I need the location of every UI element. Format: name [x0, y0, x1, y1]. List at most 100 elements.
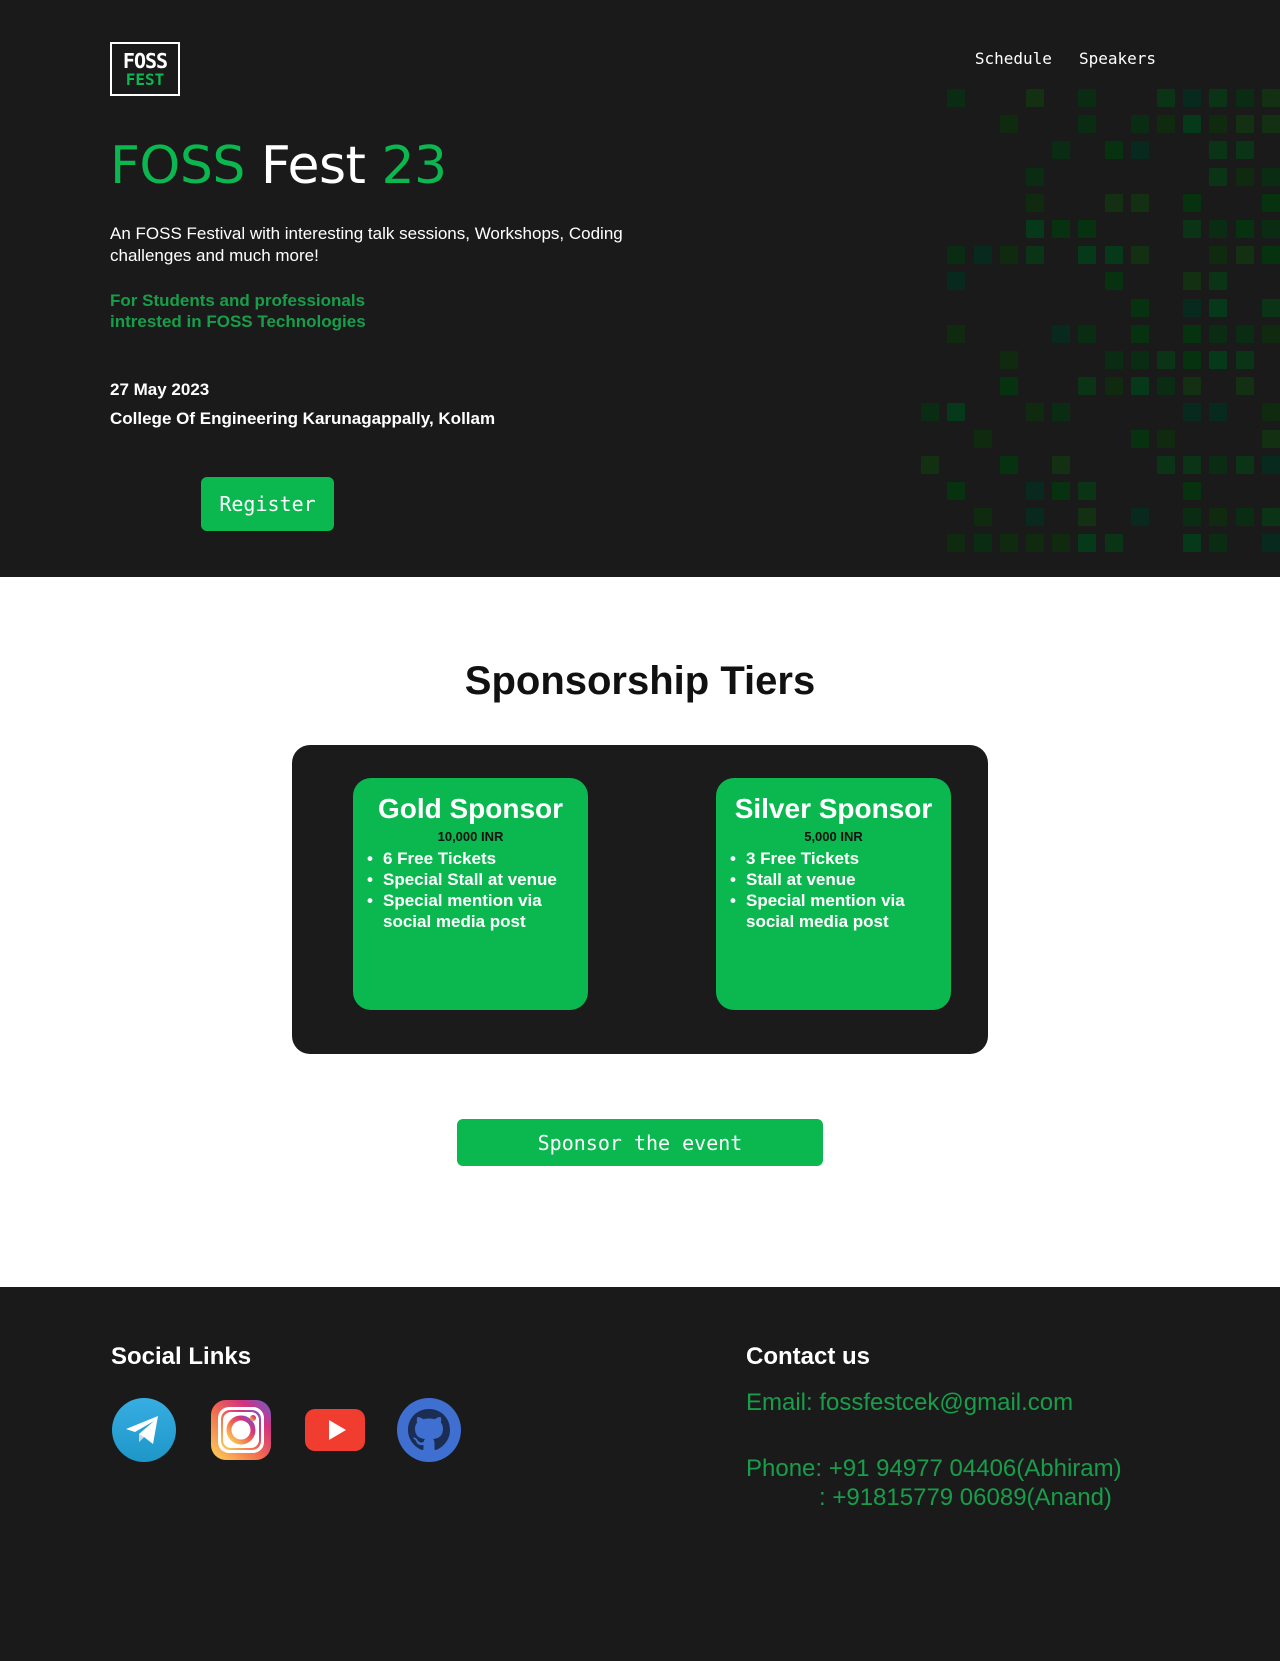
- pixel-square: [1209, 508, 1228, 527]
- pixel-square: [1209, 141, 1228, 160]
- event-date: 27 May 2023: [110, 380, 210, 399]
- nav-speakers-link[interactable]: Speakers: [1079, 49, 1156, 68]
- pixel-square: [1130, 193, 1149, 212]
- pixel-square: [1026, 403, 1044, 422]
- pixel-square: [1078, 377, 1097, 396]
- pixel-square: [921, 403, 940, 422]
- pixel-square: [1052, 482, 1071, 500]
- pixel-square: [1052, 534, 1071, 553]
- pixel-square: [1052, 141, 1071, 160]
- pixel-square: [999, 377, 1018, 396]
- sponsorship-section: Sponsorship Tiers Gold Sponsor 10,000 IN…: [0, 577, 1280, 1287]
- pixel-square: [1104, 246, 1123, 265]
- pixel-square: [1026, 482, 1044, 500]
- pixel-square: [1235, 89, 1254, 107]
- pixel-square: [1209, 455, 1228, 474]
- footer: Social Links Contact us Email: fossfestc…: [0, 1287, 1280, 1661]
- pixel-square: [1235, 141, 1254, 160]
- pixel-square: [1261, 455, 1280, 474]
- pixel-square: [1026, 534, 1044, 553]
- pixel-square: [1052, 324, 1071, 343]
- event-venue: College Of Engineering Karunagappally, K…: [110, 409, 496, 428]
- github-icon[interactable]: [396, 1397, 462, 1463]
- pixel-square: [1261, 193, 1280, 212]
- pixel-square: [1130, 351, 1149, 369]
- contact-email[interactable]: Email: fossfestcek@gmail.com: [746, 1389, 1073, 1417]
- top-nav: Schedule Speakers: [975, 49, 1156, 68]
- contact-phone-secondary[interactable]: : +91815779 06089(Anand): [819, 1483, 1112, 1512]
- pixel-square: [1183, 534, 1202, 553]
- pixel-square: [999, 246, 1018, 265]
- pixel-square: [1157, 89, 1175, 107]
- pixel-square: [1183, 115, 1202, 134]
- pixel-square: [1209, 246, 1228, 265]
- pixel-square: [1104, 377, 1123, 396]
- pixel-square: [1209, 298, 1228, 317]
- pixel-square: [1104, 193, 1123, 212]
- pixel-square: [999, 115, 1018, 134]
- pixel-square: [1235, 508, 1254, 527]
- social-links-title: Social Links: [111, 1343, 252, 1370]
- tier-perk: Special mention via social media post: [730, 890, 937, 932]
- pixel-square: [1235, 324, 1254, 343]
- pixel-square: [1261, 220, 1280, 238]
- pixel-square: [947, 534, 966, 553]
- pixel-square: [947, 89, 966, 107]
- pixel-square: [1052, 220, 1071, 238]
- pixel-square: [1209, 324, 1228, 343]
- sponsor-the-event-button[interactable]: Sponsor the event: [457, 1119, 823, 1166]
- pixel-square: [1261, 298, 1280, 317]
- pixel-square: [1209, 351, 1228, 369]
- hero-audience-line1: For Students and professionals: [110, 291, 366, 310]
- pixel-square: [1078, 220, 1097, 238]
- pixel-square: [1235, 115, 1254, 134]
- pixel-square: [947, 403, 966, 422]
- hero-title-fest: Fest: [260, 136, 366, 196]
- pixel-square: [1104, 534, 1123, 553]
- pixel-square: [921, 455, 940, 474]
- register-button[interactable]: Register: [201, 477, 334, 531]
- contact-phone-primary[interactable]: Phone: +91 94977 04406(Abhiram): [746, 1454, 1122, 1483]
- tier-price: 10,000 INR: [437, 829, 504, 844]
- logo-text-foss: FOSS: [122, 48, 168, 73]
- pixel-square: [1026, 246, 1044, 265]
- pixel-square: [1261, 246, 1280, 265]
- pixel-square: [1261, 167, 1280, 186]
- pixel-square: [1130, 141, 1149, 160]
- pixel-square: [1209, 115, 1228, 134]
- instagram-icon[interactable]: [208, 1397, 274, 1463]
- fossfest-logo[interactable]: FOSS FEST: [110, 42, 180, 96]
- pixel-square: [1209, 167, 1228, 186]
- pixel-square: [1026, 167, 1044, 186]
- hero-audience: For Students and professionals intrested…: [110, 290, 470, 332]
- pixel-square: [1235, 167, 1254, 186]
- pixel-square: [947, 324, 966, 343]
- pixel-square: [1104, 351, 1123, 369]
- pixel-square: [1078, 508, 1097, 527]
- pixel-square: [1209, 272, 1228, 291]
- pixel-square: [1157, 351, 1175, 369]
- pixel-square: [1157, 115, 1175, 134]
- pixel-square: [1183, 351, 1202, 369]
- tier-name: Silver Sponsor: [734, 793, 933, 824]
- pixel-square: [973, 508, 992, 527]
- pixel-square: [1235, 377, 1254, 396]
- pixel-square: [1209, 403, 1228, 422]
- pixel-square: [1261, 508, 1280, 527]
- pixel-square: [1078, 115, 1097, 134]
- pixel-square: [1261, 115, 1280, 134]
- pixel-square: [1209, 89, 1228, 107]
- pixel-square: [1104, 141, 1123, 160]
- pixel-square: [1261, 534, 1280, 553]
- nav-schedule-link[interactable]: Schedule: [975, 49, 1052, 68]
- logo-text-fest: FEST: [125, 69, 165, 89]
- telegram-icon[interactable]: [111, 1397, 177, 1463]
- youtube-icon[interactable]: [303, 1397, 369, 1463]
- tier-perk: Stall at venue: [730, 869, 937, 890]
- pixel-pattern-decoration: [0, 0, 1280, 577]
- gold-sponsor-card: Gold Sponsor 10,000 INR 6 Free Tickets S…: [353, 778, 588, 1010]
- pixel-square: [1130, 324, 1149, 343]
- pixel-square: [1235, 455, 1254, 474]
- pixel-square: [1209, 534, 1228, 553]
- pixel-square: [1209, 220, 1228, 238]
